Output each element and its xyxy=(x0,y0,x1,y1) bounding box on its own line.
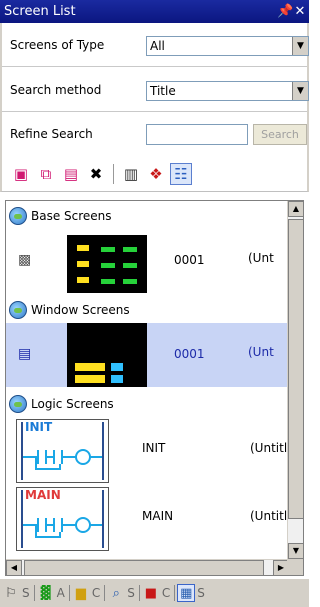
search-method-label: Search method xyxy=(10,82,102,97)
tab-search[interactable]: ⌕ S xyxy=(107,581,140,605)
search-button[interactable]: Search xyxy=(253,124,307,145)
screen-number: 0001 xyxy=(174,347,205,361)
flag-icon: ⚐ xyxy=(5,585,17,601)
screens-of-type-row: Screens of Type All ▼ xyxy=(2,23,309,67)
ladder-thumbnail: INIT xyxy=(16,419,109,483)
screen-list[interactable]: Base Screens ▩ 0001 (Unt Window Screens … xyxy=(5,200,304,576)
close-icon[interactable]: ✕ xyxy=(293,4,307,19)
group-header-base-screens[interactable]: Base Screens xyxy=(6,205,286,227)
tab-label: C xyxy=(91,586,101,600)
component-icon: ■ xyxy=(144,585,157,601)
window-title: Screen List xyxy=(4,4,76,19)
group-label: Window Screens xyxy=(31,303,130,317)
group-header-window-screens[interactable]: Window Screens xyxy=(6,299,286,321)
tab-system-settings[interactable]: ⚐ S xyxy=(2,581,35,605)
tab-screen-list[interactable]: ▦ S xyxy=(177,581,205,605)
toolbar-divider xyxy=(113,163,114,184)
logic-screen-name: INIT xyxy=(142,441,166,455)
list-item-base-0001[interactable]: ▩ 0001 (Unt xyxy=(6,229,288,293)
grid-icon: ▓ xyxy=(40,585,51,601)
screens-of-type-value: All xyxy=(150,39,165,53)
screen-title: (Unt xyxy=(248,251,274,265)
tab-label: S xyxy=(197,586,205,600)
chevron-down-icon[interactable]: ▼ xyxy=(292,82,308,100)
ladder-thumbnail: MAIN xyxy=(16,487,109,551)
palette-icon[interactable]: ❖ xyxy=(145,163,167,185)
globe-icon xyxy=(9,395,27,413)
paste-screen-icon[interactable]: ▤ xyxy=(60,163,82,185)
tab-label: S xyxy=(127,586,135,600)
tab-common-settings[interactable]: ▆ C xyxy=(72,581,106,605)
screen-thumbnail xyxy=(67,323,147,387)
globe-icon xyxy=(9,301,27,319)
search-method-value: Title xyxy=(150,84,176,98)
list-item-logic-main[interactable]: MAIN MAIN (Untitled xyxy=(6,487,302,551)
group-header-logic-screens[interactable]: Logic Screens xyxy=(6,393,286,415)
copy-screen-icon[interactable]: ⧉ xyxy=(35,163,57,185)
scroll-thumb[interactable] xyxy=(24,560,264,575)
blocks-icon: ▆ xyxy=(75,585,86,601)
horizontal-scrollbar[interactable]: ◀ ▶ xyxy=(6,559,289,575)
pin-icon[interactable]: 📌 xyxy=(277,4,293,19)
refine-search-input[interactable] xyxy=(146,124,248,145)
screen-tree-icon[interactable]: ☷ xyxy=(170,162,192,185)
panel-tab-bar: ⚐ S ▓ A ▆ C ⌕ S ■ C ▦ S xyxy=(0,579,309,607)
tab-components[interactable]: ■ C xyxy=(142,581,176,605)
scroll-down-icon[interactable]: ▼ xyxy=(288,543,303,559)
vertical-scrollbar[interactable]: ▲ ▼ xyxy=(287,201,303,559)
delete-icon[interactable]: ✖ xyxy=(85,163,107,185)
search-icon: ⌕ xyxy=(112,585,120,601)
refine-search-row: Refine Search Search xyxy=(2,112,307,156)
screen-thumbnail xyxy=(67,235,147,293)
scroll-left-icon[interactable]: ◀ xyxy=(6,560,22,575)
globe-icon xyxy=(9,207,27,225)
chevron-down-icon[interactable]: ▼ xyxy=(292,37,308,55)
scroll-up-icon[interactable]: ▲ xyxy=(288,201,303,217)
screen-number: 0001 xyxy=(174,253,205,267)
scroll-corner xyxy=(287,559,303,575)
group-label: Logic Screens xyxy=(31,397,114,411)
tab-label: C xyxy=(161,586,171,600)
scroll-thumb[interactable] xyxy=(288,219,303,519)
tab-label: S xyxy=(22,586,30,600)
tab-label: A xyxy=(56,586,65,600)
screen-list-icon: ▦ xyxy=(177,584,196,602)
screen-title: (Unt xyxy=(248,345,274,359)
monitor-icon[interactable]: ▥ xyxy=(120,163,142,185)
group-label: Base Screens xyxy=(31,209,112,223)
search-method-row: Search method Title ▼ xyxy=(2,68,309,112)
search-method-select[interactable]: Title ▼ xyxy=(146,81,309,101)
title-bar: Screen List 📌 ✕ xyxy=(0,0,309,23)
refine-search-label: Refine Search xyxy=(10,127,93,141)
monitor-icon: ▩ xyxy=(18,252,32,268)
screens-of-type-label: Screens of Type xyxy=(10,37,105,52)
screen-toolbar: ▣ ⧉ ▤ ✖ ▥ ❖ ☷ xyxy=(0,156,309,192)
new-screen-icon[interactable]: ▣ xyxy=(10,163,32,185)
list-item-logic-init[interactable]: INIT INIT (Untitled xyxy=(6,419,302,483)
logic-screen-name: MAIN xyxy=(142,509,174,523)
ladder-thumbnail-label: MAIN xyxy=(25,488,61,502)
tab-address[interactable]: ▓ A xyxy=(37,581,70,605)
list-item-window-0001[interactable]: ▤ 0001 (Unt xyxy=(6,323,288,387)
window-screen-icon: ▤ xyxy=(18,346,32,362)
ladder-thumbnail-label: INIT xyxy=(25,420,53,434)
filter-panel: Screens of Type All ▼ Search method Titl… xyxy=(0,23,309,156)
screens-of-type-select[interactable]: All ▼ xyxy=(146,36,309,56)
